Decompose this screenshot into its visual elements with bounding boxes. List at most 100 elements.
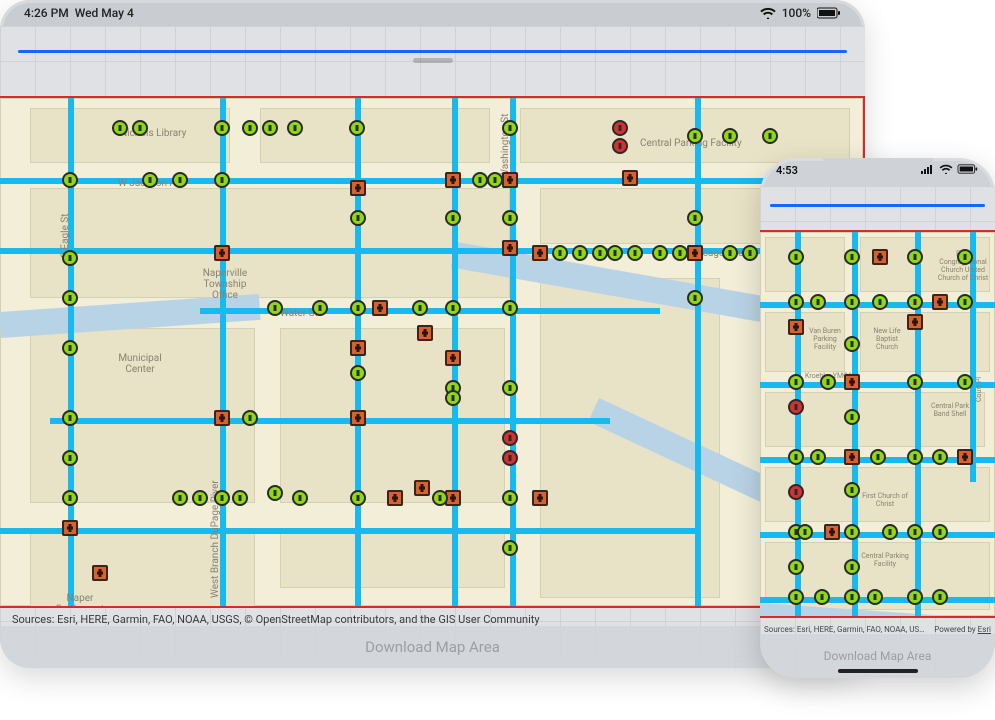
green-marker[interactable] xyxy=(432,490,448,506)
green-marker[interactable] xyxy=(687,290,703,306)
green-marker[interactable] xyxy=(267,300,283,316)
orange-marker[interactable] xyxy=(387,490,403,506)
orange-marker[interactable] xyxy=(872,249,888,265)
red-marker[interactable] xyxy=(788,484,804,500)
orange-marker[interactable] xyxy=(844,374,860,390)
green-marker[interactable] xyxy=(907,524,923,540)
orange-marker[interactable] xyxy=(92,565,108,581)
green-marker[interactable] xyxy=(957,374,973,390)
green-marker[interactable] xyxy=(350,490,366,506)
green-marker[interactable] xyxy=(687,128,703,144)
green-marker[interactable] xyxy=(142,172,158,188)
green-marker[interactable] xyxy=(882,524,898,540)
green-marker[interactable] xyxy=(788,449,804,465)
green-marker[interactable] xyxy=(722,245,738,261)
green-marker[interactable] xyxy=(232,490,248,506)
green-marker[interactable] xyxy=(907,589,923,605)
green-marker[interactable] xyxy=(844,294,860,310)
red-marker[interactable] xyxy=(612,138,628,154)
green-marker[interactable] xyxy=(502,380,518,396)
green-marker[interactable] xyxy=(844,336,860,352)
orange-marker[interactable] xyxy=(532,245,548,261)
green-marker[interactable] xyxy=(242,120,258,136)
green-marker[interactable] xyxy=(262,120,278,136)
green-marker[interactable] xyxy=(788,589,804,605)
green-marker[interactable] xyxy=(687,210,703,226)
green-marker[interactable] xyxy=(350,300,366,316)
grabber-icon[interactable] xyxy=(413,58,453,63)
green-marker[interactable] xyxy=(957,249,973,265)
green-marker[interactable] xyxy=(932,589,948,605)
green-marker[interactable] xyxy=(820,374,836,390)
orange-marker[interactable] xyxy=(788,319,804,335)
home-indicator[interactable] xyxy=(838,669,918,673)
green-marker[interactable] xyxy=(627,245,643,261)
green-marker[interactable] xyxy=(445,390,461,406)
green-marker[interactable] xyxy=(62,250,78,266)
red-marker[interactable] xyxy=(612,120,628,136)
green-marker[interactable] xyxy=(814,589,830,605)
green-marker[interactable] xyxy=(907,449,923,465)
green-marker[interactable] xyxy=(552,245,568,261)
green-marker[interactable] xyxy=(722,128,738,144)
red-marker[interactable] xyxy=(502,450,518,466)
green-marker[interactable] xyxy=(172,172,188,188)
orange-marker[interactable] xyxy=(445,172,461,188)
orange-marker[interactable] xyxy=(62,520,78,536)
green-marker[interactable] xyxy=(502,210,518,226)
green-marker[interactable] xyxy=(214,172,230,188)
green-marker[interactable] xyxy=(214,490,230,506)
green-marker[interactable] xyxy=(572,245,588,261)
orange-marker[interactable] xyxy=(502,240,518,256)
green-marker[interactable] xyxy=(62,172,78,188)
green-marker[interactable] xyxy=(350,365,366,381)
green-marker[interactable] xyxy=(349,120,365,136)
green-marker[interactable] xyxy=(907,294,923,310)
orange-marker[interactable] xyxy=(445,350,461,366)
green-marker[interactable] xyxy=(472,172,488,188)
green-marker[interactable] xyxy=(412,300,428,316)
green-marker[interactable] xyxy=(810,449,826,465)
green-marker[interactable] xyxy=(957,294,973,310)
green-marker[interactable] xyxy=(350,210,366,226)
green-marker[interactable] xyxy=(62,340,78,356)
green-marker[interactable] xyxy=(762,128,778,144)
orange-marker[interactable] xyxy=(214,245,230,261)
orange-marker[interactable] xyxy=(350,410,366,426)
green-marker[interactable] xyxy=(502,300,518,316)
green-marker[interactable] xyxy=(788,294,804,310)
orange-marker[interactable] xyxy=(932,294,948,310)
green-marker[interactable] xyxy=(292,490,308,506)
red-marker[interactable] xyxy=(502,430,518,446)
green-marker[interactable] xyxy=(242,410,258,426)
orange-marker[interactable] xyxy=(844,449,860,465)
map-view[interactable]: Van Buren Parking Facility New Life Bapt… xyxy=(760,230,995,618)
green-marker[interactable] xyxy=(810,294,826,310)
green-marker[interactable] xyxy=(312,300,328,316)
green-marker[interactable] xyxy=(502,120,518,136)
orange-marker[interactable] xyxy=(532,490,548,506)
orange-marker[interactable] xyxy=(957,449,973,465)
green-marker[interactable] xyxy=(132,120,148,136)
green-marker[interactable] xyxy=(62,490,78,506)
green-marker[interactable] xyxy=(844,559,860,575)
red-marker[interactable] xyxy=(788,399,804,415)
orange-marker[interactable] xyxy=(622,170,638,186)
green-marker[interactable] xyxy=(932,524,948,540)
orange-marker[interactable] xyxy=(350,180,366,196)
green-marker[interactable] xyxy=(62,290,78,306)
green-marker[interactable] xyxy=(287,120,303,136)
green-marker[interactable] xyxy=(112,120,128,136)
green-marker[interactable] xyxy=(652,245,668,261)
green-marker[interactable] xyxy=(932,449,948,465)
map-view[interactable]: Nichols Library W Jackson Ave Central Pa… xyxy=(0,96,865,608)
green-marker[interactable] xyxy=(797,524,813,540)
green-marker[interactable] xyxy=(907,249,923,265)
green-marker[interactable] xyxy=(445,210,461,226)
green-marker[interactable] xyxy=(788,249,804,265)
green-marker[interactable] xyxy=(870,449,886,465)
green-marker[interactable] xyxy=(592,245,608,261)
green-marker[interactable] xyxy=(502,490,518,506)
green-marker[interactable] xyxy=(844,524,860,540)
green-marker[interactable] xyxy=(844,409,860,425)
